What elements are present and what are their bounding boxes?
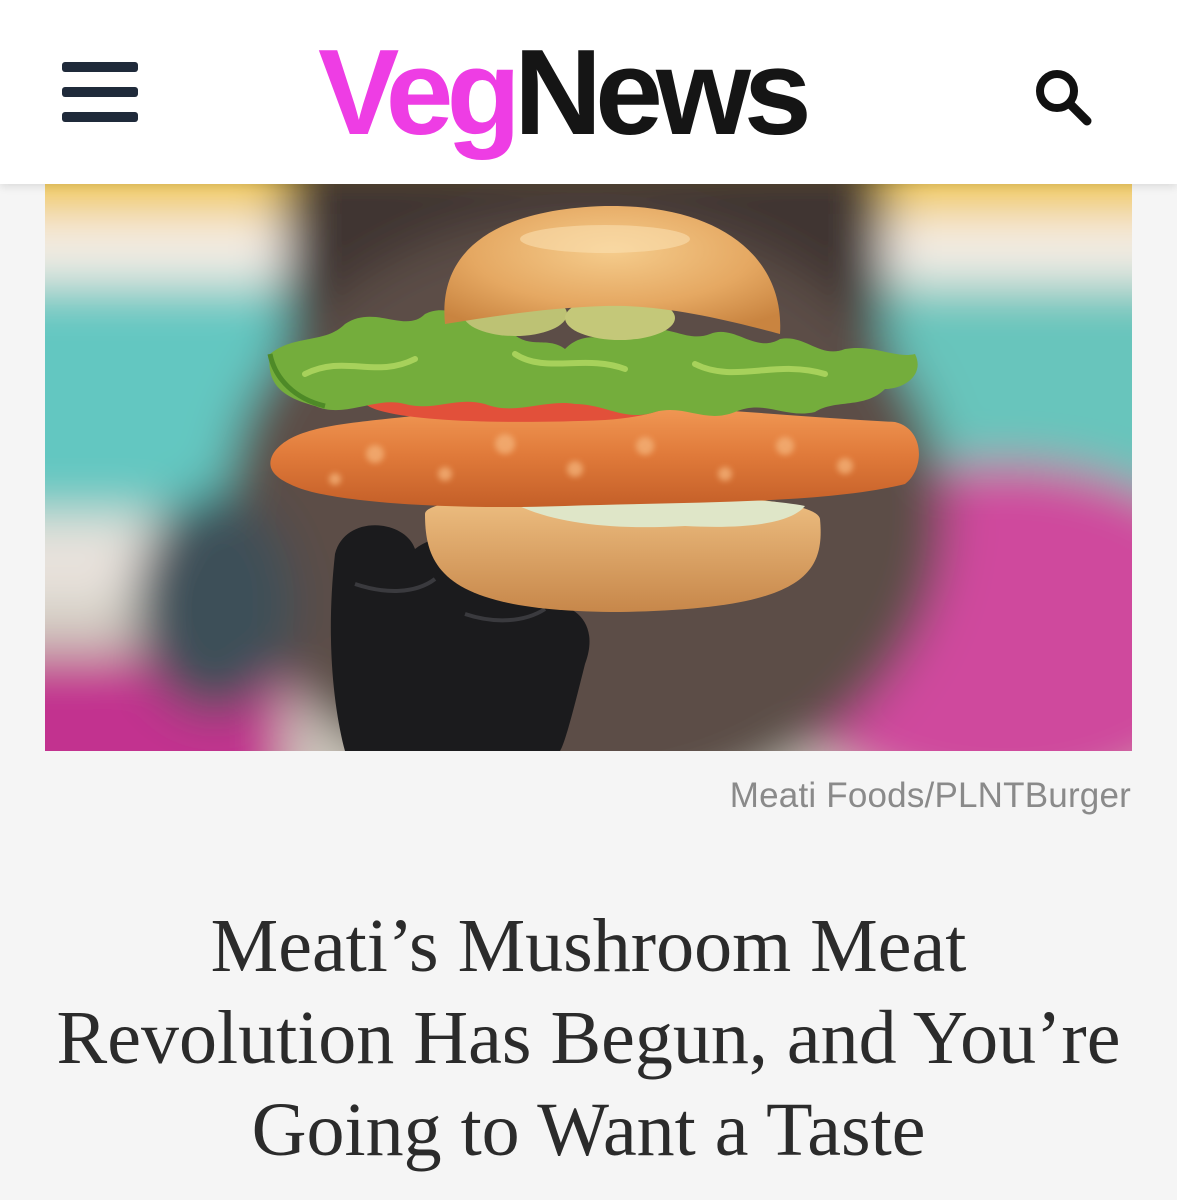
hamburger-menu-button[interactable] [62,62,138,122]
menu-bar [62,87,138,97]
logo-veg: Veg [318,24,521,160]
article-headline: Meati’s Mushroom Meat Revolution Has Beg… [56,904,1121,1172]
site-logo[interactable]: VegNews [318,0,858,184]
image-credit: Meati Foods/PLNTBurger [729,776,1131,815]
article-hero-image [45,184,1132,751]
site-header: VegNews [0,0,1177,184]
menu-bar [62,112,138,122]
menu-bar [62,62,138,72]
logo-news: News [514,24,812,160]
search-button[interactable] [1032,66,1094,128]
burger-photo [45,184,1132,751]
search-icon [1036,70,1092,126]
